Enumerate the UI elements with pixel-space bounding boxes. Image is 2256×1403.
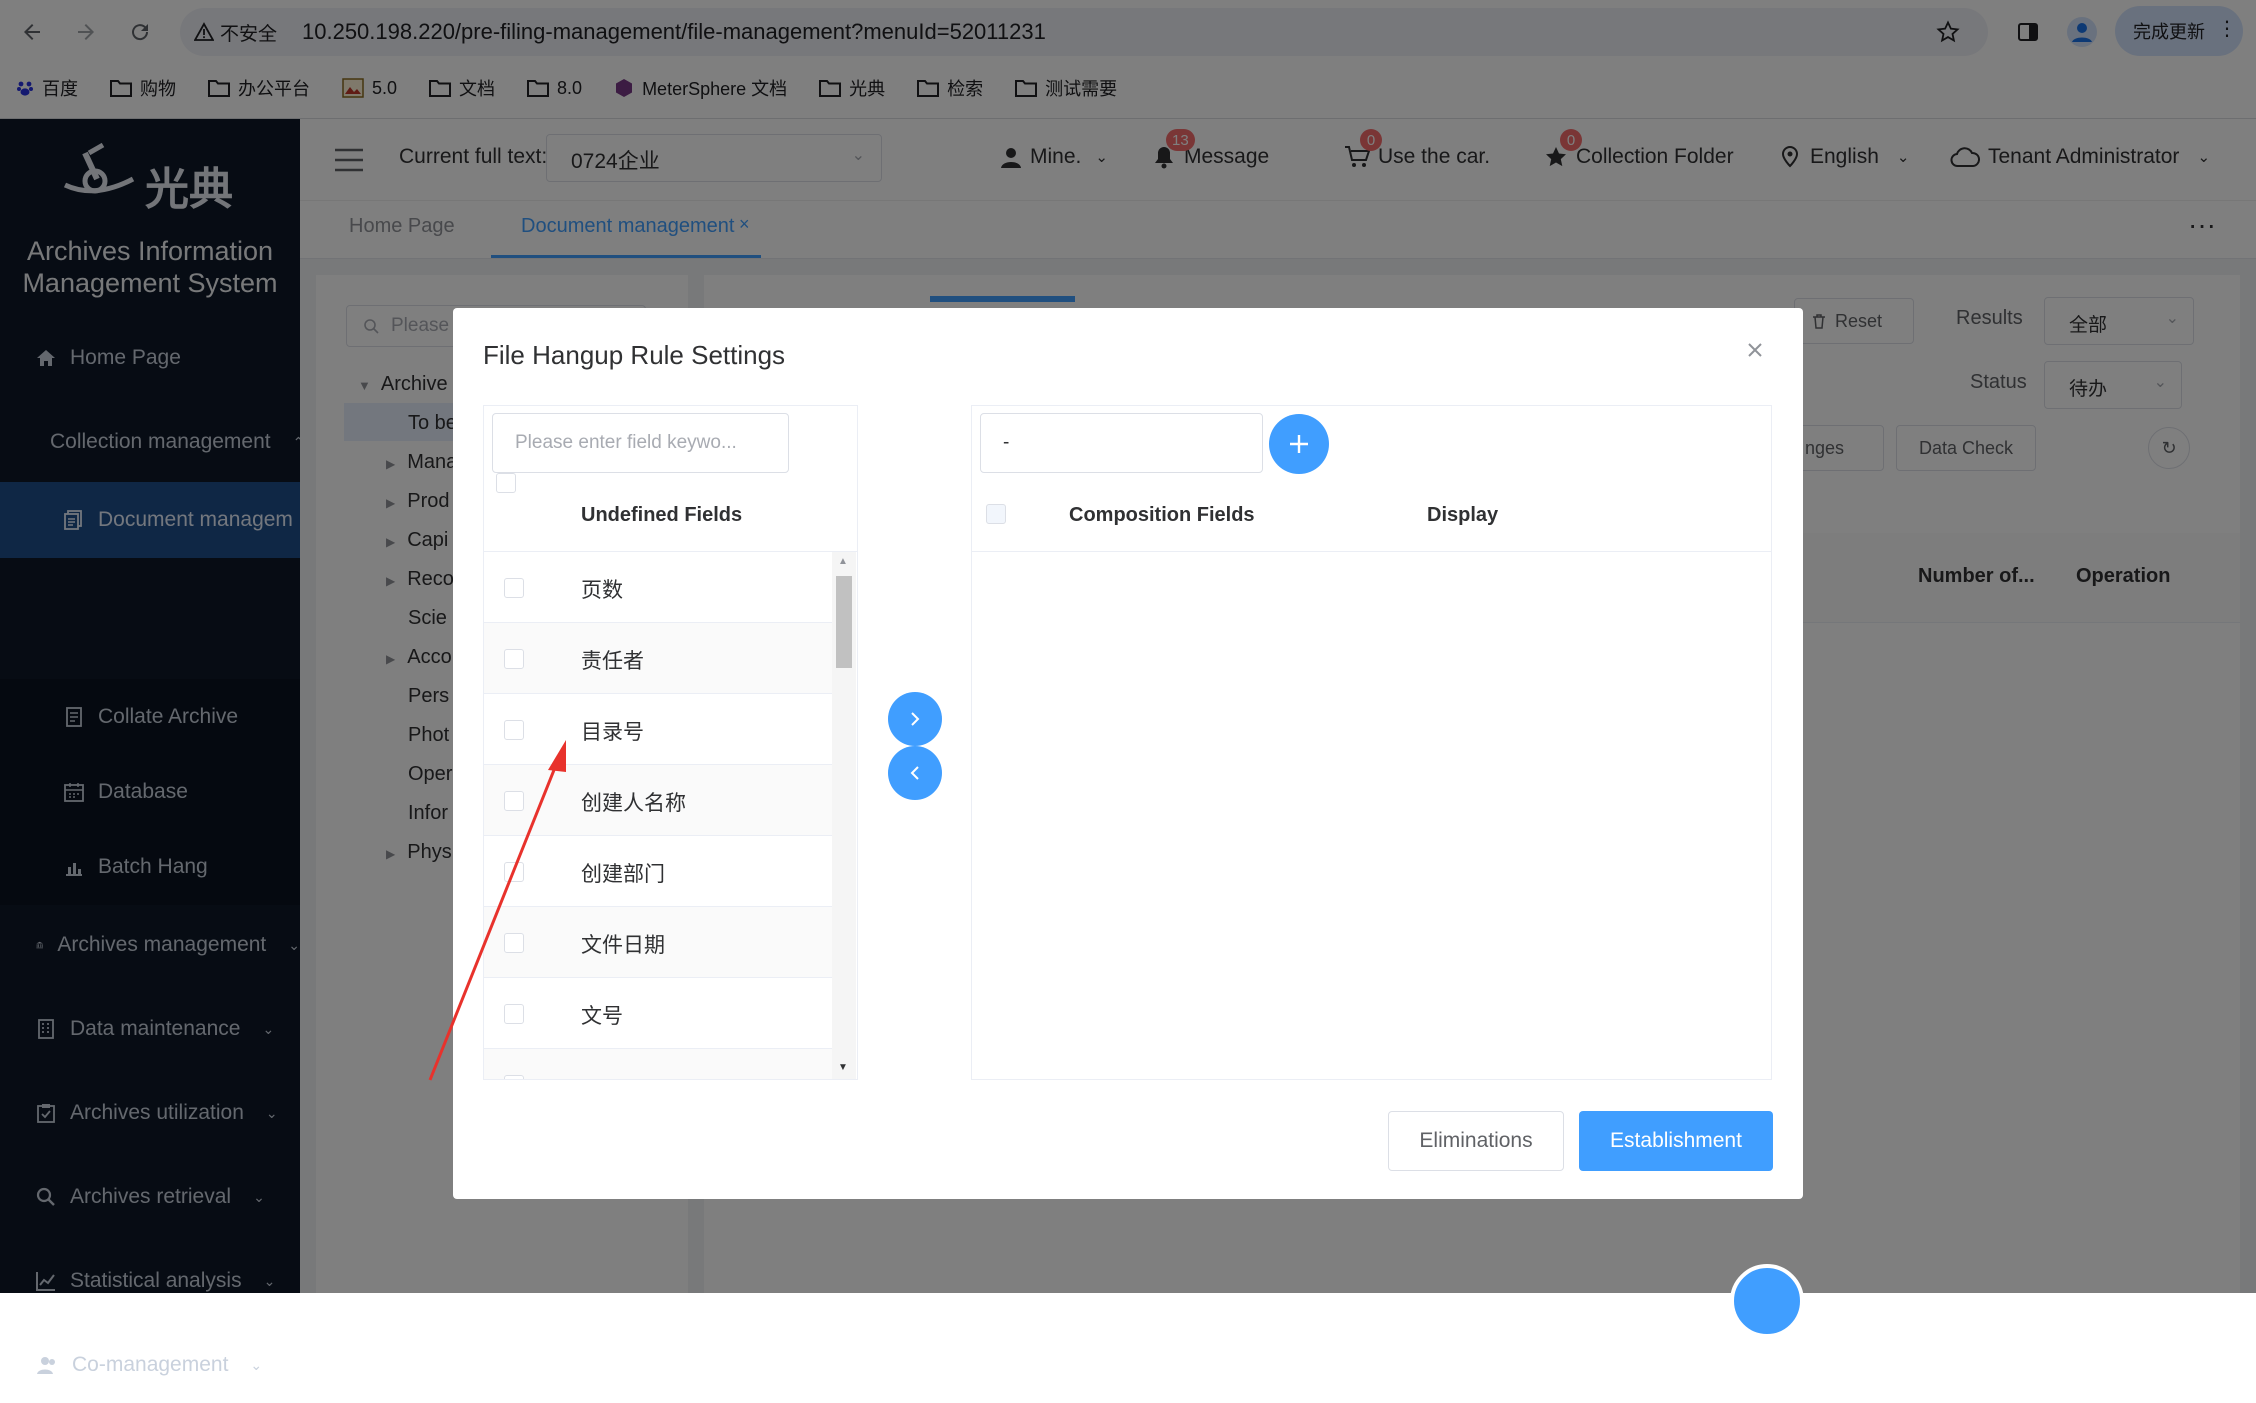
plus-icon — [1290, 435, 1308, 453]
undefined-fields-header: Undefined Fields — [581, 504, 743, 526]
row-checkbox[interactable] — [504, 1075, 524, 1079]
row-checkbox[interactable] — [504, 649, 524, 669]
cancel-button[interactable]: Eliminations — [1388, 1111, 1564, 1171]
close-icon[interactable] — [1743, 338, 1767, 362]
list-item[interactable]: 创建人名称 — [484, 765, 832, 836]
chevron-right-icon — [911, 712, 920, 726]
list-item[interactable]: 文件日期 — [484, 907, 832, 978]
select-all-composition-checkbox[interactable] — [986, 504, 1006, 524]
list-item[interactable]: 创建部门 — [484, 836, 832, 907]
row-checkbox[interactable] — [504, 791, 524, 811]
add-field-button[interactable] — [1269, 414, 1329, 474]
scroll-down-icon[interactable]: ▼ — [838, 1062, 848, 1073]
composition-fields-header: Composition Fields — [1069, 504, 1255, 526]
confirm-button[interactable]: Establishment — [1579, 1111, 1773, 1171]
hangup-rule-dialog: File Hangup Rule Settings Please enter f… — [453, 308, 1803, 1199]
row-checkbox[interactable] — [504, 1004, 524, 1024]
floating-action-button[interactable] — [1730, 1264, 1804, 1338]
header-divider — [972, 551, 1771, 552]
list-item[interactable]: 文号 — [484, 978, 832, 1049]
move-right-button[interactable] — [888, 692, 942, 746]
separator-input[interactable]: - — [980, 413, 1263, 473]
row-checkbox[interactable] — [504, 720, 524, 740]
chevron-down-icon: ⌄ — [250, 1356, 263, 1373]
scrollbar-track[interactable]: ▲ ▼ — [832, 552, 856, 1079]
row-checkbox[interactable] — [504, 578, 524, 598]
display-header: Display — [1427, 504, 1499, 526]
dialog-title: File Hangup Rule Settings — [483, 340, 786, 370]
list-item[interactable]: 责任者 — [484, 623, 832, 694]
row-checkbox[interactable] — [504, 933, 524, 953]
chevron-left-icon — [910, 766, 919, 780]
select-all-undefined-checkbox[interactable] — [496, 473, 516, 493]
undefined-fields-list: 页数 责任者 目录号 创建人名称 创建部门 文件日期 文号 ▲ ▼ — [484, 552, 857, 1079]
list-item[interactable] — [484, 1049, 832, 1079]
undefined-fields-panel: Please enter field keywo... Undefined Fi… — [483, 405, 858, 1080]
user-group-icon — [37, 1357, 55, 1374]
menu-co-management[interactable]: Co-management ⌄ — [0, 1327, 300, 1403]
row-checkbox[interactable] — [504, 862, 524, 882]
scrollbar-thumb[interactable] — [836, 576, 852, 668]
scroll-up-icon[interactable]: ▲ — [838, 556, 848, 567]
list-item[interactable]: 目录号 — [484, 694, 832, 765]
composition-fields-panel: - Composition Fields Display — [971, 405, 1772, 1080]
list-item[interactable]: 页数 — [484, 552, 832, 623]
field-keyword-search[interactable]: Please enter field keywo... — [492, 413, 789, 473]
move-left-button[interactable] — [888, 746, 942, 800]
